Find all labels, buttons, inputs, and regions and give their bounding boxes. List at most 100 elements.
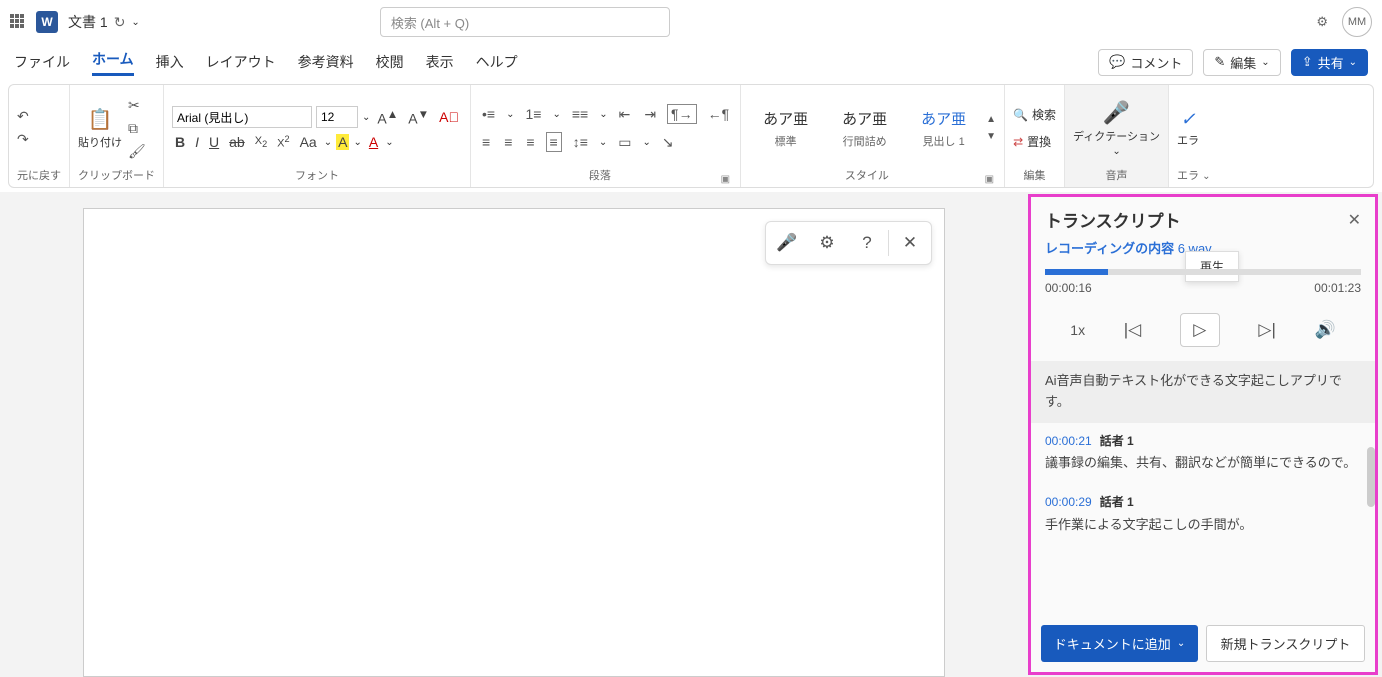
group-undo: ↶ ↷ 元に戻す: [9, 85, 70, 187]
tab-layout[interactable]: レイアウト: [206, 52, 276, 72]
numbering-icon[interactable]: 1≡: [522, 105, 544, 123]
doc-title[interactable]: 文書 1 ↻ ⌄: [68, 12, 140, 32]
tab-help[interactable]: ヘルプ: [476, 52, 518, 72]
next-segment-icon[interactable]: ▷|: [1258, 320, 1276, 340]
case-chevron[interactable]: ⌄: [324, 137, 332, 148]
chevron-down-icon: ⌄: [1349, 57, 1357, 68]
style-normal[interactable]: あア亜標準: [749, 104, 822, 153]
help-icon[interactable]: ?: [848, 228, 886, 258]
settings-icon[interactable]: ⚙: [1316, 14, 1328, 30]
redo-icon[interactable]: ↷: [17, 131, 29, 148]
tab-home[interactable]: ホーム: [92, 49, 134, 76]
style-nospacing[interactable]: あア亜行間詰め: [828, 104, 901, 153]
editing-label: 編集: [1013, 165, 1056, 185]
strike-button[interactable]: ab: [226, 134, 248, 150]
grow-font-icon[interactable]: A▲: [374, 108, 401, 127]
dictation-settings-icon[interactable]: ⚙: [808, 228, 846, 258]
rtl-icon[interactable]: ←¶: [705, 105, 733, 123]
speed-button[interactable]: 1x: [1070, 322, 1085, 338]
highlight-chevron[interactable]: ⌄: [353, 137, 361, 148]
pencil-icon: ✎: [1214, 54, 1225, 70]
document-area: 🎤 ⚙ ? ✕: [0, 192, 1028, 677]
align-left-icon[interactable]: ≡: [479, 133, 493, 151]
tab-review[interactable]: 校閲: [376, 52, 404, 72]
undo-label: 元に戻す: [17, 165, 61, 185]
font-label: フォント: [172, 165, 462, 185]
play-button[interactable]: ▷: [1180, 313, 1220, 347]
bullets-icon[interactable]: •≡: [479, 105, 498, 123]
ltr-icon[interactable]: ¶→: [667, 104, 697, 124]
mic-button[interactable]: 🎤: [768, 228, 806, 258]
close-dictation-icon[interactable]: ✕: [891, 228, 929, 258]
new-transcript-button[interactable]: 新規トランスクリプト: [1206, 625, 1365, 662]
size-chevron[interactable]: ⌄: [362, 112, 370, 123]
dictation-button[interactable]: 🎤 ディクテーション ⌄: [1073, 100, 1160, 157]
outdent-icon[interactable]: ⇤: [616, 105, 634, 124]
prev-segment-icon[interactable]: |◁: [1124, 320, 1142, 340]
close-icon[interactable]: ✕: [1348, 210, 1361, 230]
editor-button[interactable]: ✓ エラ: [1177, 109, 1199, 148]
document-page[interactable]: 🎤 ⚙ ? ✕: [83, 208, 945, 677]
mic-icon: 🎤: [1103, 100, 1130, 126]
transcript-segment[interactable]: 00:00:29話者 1 手作業による文字起こしの手間が。: [1031, 484, 1375, 546]
replace-button[interactable]: ⇄置換: [1013, 131, 1056, 152]
borders-icon[interactable]: ▭: [615, 133, 634, 152]
add-to-document-button[interactable]: ドキュメントに追加⌄: [1041, 625, 1198, 662]
clear-format-icon[interactable]: A⃠: [436, 109, 462, 125]
edit-button[interactable]: ✎編集⌄: [1203, 49, 1280, 76]
play-tooltip: 再生: [1185, 251, 1239, 282]
avatar[interactable]: MM: [1342, 7, 1372, 37]
multilevel-icon[interactable]: ≡≡: [569, 105, 591, 123]
italic-button[interactable]: I: [192, 134, 202, 150]
align-justify-icon[interactable]: ≡: [546, 132, 562, 152]
styles-up-icon[interactable]: ▲: [986, 114, 996, 125]
line-spacing-icon[interactable]: ↕≡: [570, 133, 591, 151]
change-case-button[interactable]: Aa: [297, 134, 320, 150]
app-launcher-icon[interactable]: [10, 14, 26, 30]
font-color-button[interactable]: A: [366, 134, 381, 150]
group-editor: ✓ エラ エラ ⌄: [1169, 85, 1218, 187]
subscript-button[interactable]: X2: [252, 135, 270, 149]
format-painter-icon[interactable]: 🖌: [128, 143, 146, 160]
paragraph-dialog-icon[interactable]: ▣: [721, 174, 730, 185]
tab-file[interactable]: ファイル: [14, 52, 70, 72]
paragraph-label: 段落: [479, 165, 721, 185]
find-button[interactable]: 🔍検索: [1013, 104, 1056, 125]
font-size-select[interactable]: [316, 106, 358, 128]
time-total: 00:01:23: [1314, 281, 1361, 295]
sort-icon[interactable]: ↘: [659, 133, 677, 152]
progress-bar[interactable]: 再生: [1045, 269, 1361, 275]
shrink-font-icon[interactable]: A▼: [405, 108, 432, 127]
tab-references[interactable]: 参考資料: [298, 52, 354, 72]
indent-icon[interactable]: ⇥: [641, 105, 659, 124]
transcript-segment[interactable]: 00:00:21話者 1 議事録の編集、共有、翻訳などが簡単にできるので。: [1031, 423, 1375, 485]
color-chevron[interactable]: ⌄: [385, 137, 393, 148]
share-button[interactable]: ⇪共有⌄: [1291, 49, 1368, 76]
font-name-select[interactable]: [172, 106, 312, 128]
scrollbar-thumb[interactable]: [1367, 447, 1375, 507]
bold-button[interactable]: B: [172, 134, 188, 150]
divider: [888, 230, 889, 256]
tab-insert[interactable]: 挿入: [156, 52, 184, 72]
volume-icon[interactable]: 🔊: [1314, 320, 1335, 340]
paste-button[interactable]: 📋貼り付け: [78, 107, 122, 150]
styles-dialog-icon[interactable]: ▣: [985, 174, 994, 185]
transcript-segment[interactable]: Ai音声自動テキスト化ができる文字起こしアプリです。: [1031, 361, 1375, 423]
align-right-icon[interactable]: ≡: [523, 133, 537, 151]
search-input[interactable]: 検索 (Alt + Q): [380, 7, 670, 37]
highlight-button[interactable]: A: [336, 134, 349, 150]
undo-icon[interactable]: ↶: [17, 108, 29, 125]
styles-down-icon[interactable]: ▼: [986, 131, 996, 142]
group-editing: 🔍検索 ⇄置換 編集: [1005, 85, 1065, 187]
transcript-title: トランスクリプト: [1045, 207, 1181, 232]
cut-icon[interactable]: ✂: [128, 97, 146, 114]
copy-icon[interactable]: ⧉: [128, 120, 146, 137]
doc-name: 文書 1: [68, 12, 108, 32]
underline-button[interactable]: U: [206, 134, 222, 150]
chevron-down-icon: ⌄: [131, 17, 139, 28]
superscript-button[interactable]: X2: [274, 134, 292, 150]
comment-button[interactable]: 💬コメント: [1098, 49, 1193, 76]
style-heading1[interactable]: あア亜見出し 1: [907, 104, 980, 153]
tab-view[interactable]: 表示: [426, 52, 454, 72]
align-center-icon[interactable]: ≡: [501, 133, 515, 151]
